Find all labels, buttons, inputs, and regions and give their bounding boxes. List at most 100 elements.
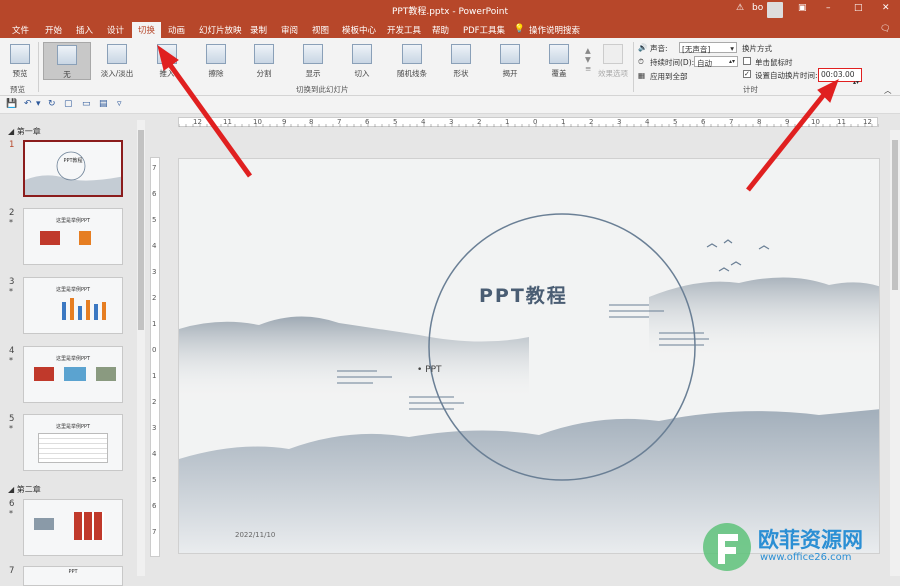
editor-scrollbar[interactable]: [890, 130, 900, 576]
tab-file[interactable]: 文件: [12, 24, 29, 36]
slide-date[interactable]: 2022/11/10: [235, 531, 275, 539]
apply-all-icon: ▦: [638, 71, 646, 80]
ruler-number: 5: [152, 216, 157, 224]
thumb-picture: [40, 231, 60, 245]
apply-all-button[interactable]: 应用到全部: [650, 71, 688, 82]
comments-icon[interactable]: 🗨: [880, 24, 891, 34]
minimize-button[interactable]: –: [826, 3, 831, 13]
slide-thumbnail-1[interactable]: PPT教程: [23, 140, 123, 197]
slide-number: 6: [9, 499, 15, 509]
tab-developer[interactable]: 开发工具: [387, 24, 421, 36]
transition-star-icon: *: [9, 218, 13, 227]
transition-none[interactable]: 无: [43, 42, 91, 80]
slide-thumbnail-6[interactable]: [23, 499, 123, 556]
after-time-input[interactable]: 00:03.00 ▴▾: [818, 68, 862, 86]
transition-label: 推入: [159, 69, 175, 78]
tab-insert[interactable]: 插入: [76, 24, 93, 36]
section-label: 第一章: [16, 127, 41, 136]
on-click-checkbox[interactable]: [743, 57, 751, 65]
section-header-2[interactable]: ◢ 第二章: [8, 484, 41, 495]
transition-shape[interactable]: 形状: [439, 44, 483, 79]
transition-cut[interactable]: 切入: [340, 44, 384, 79]
tab-review[interactable]: 审阅: [281, 24, 298, 36]
thumb-picture: [74, 512, 104, 540]
thumb-picture: [34, 518, 54, 530]
transition-random-bars[interactable]: 随机线条: [389, 44, 435, 79]
tab-help[interactable]: 帮助: [432, 24, 449, 36]
separator: [38, 42, 39, 92]
duration-input[interactable]: 自动 ▴▾: [694, 56, 738, 68]
horizontal-ruler: 12 11 10 9 8 7 6 5 4 3 2 1 0 1 2 3 4 5 6…: [178, 117, 879, 127]
close-button[interactable]: ✕: [882, 3, 890, 13]
ruler-number: 7: [337, 118, 342, 126]
transition-fade[interactable]: 淡入/淡出: [95, 44, 139, 79]
ribbon-display-icon[interactable]: ▣: [798, 3, 807, 13]
thumbnail-scrollbar[interactable]: [137, 120, 145, 576]
chevron-down-icon[interactable]: ▾: [36, 99, 41, 109]
tell-me-search[interactable]: 操作说明搜索: [529, 24, 580, 36]
customize-icon[interactable]: ▿: [117, 99, 122, 109]
tab-transitions[interactable]: 切换: [132, 22, 162, 38]
user-name[interactable]: bo: [752, 3, 763, 13]
slide-thumbnail-2[interactable]: 这里是举例PPT: [23, 208, 123, 265]
undo-icon[interactable]: ↶: [24, 99, 32, 109]
after-checkbox[interactable]: ✓: [743, 70, 751, 78]
slide-bullet[interactable]: • PPT: [417, 365, 442, 375]
scrollbar-thumb[interactable]: [892, 140, 898, 290]
avatar[interactable]: [767, 2, 783, 18]
tab-view[interactable]: 视图: [312, 24, 329, 36]
transition-label: 无: [63, 70, 71, 79]
transition-star-icon: *: [9, 287, 13, 296]
tab-design[interactable]: 设计: [107, 24, 124, 36]
collapse-ribbon-icon[interactable]: ︿: [884, 85, 892, 96]
preview-button[interactable]: 预览: [6, 44, 34, 79]
transition-cover[interactable]: 覆盖: [537, 44, 581, 79]
slide-thumbnail-pane: ◢ 第一章 1 PPT教程 2 * 这里是举例PPT 3 * 这里是举例PPT …: [0, 114, 147, 586]
gallery-scroll[interactable]: ▲ ▼ ≡: [585, 46, 591, 73]
transition-split[interactable]: 分割: [242, 44, 286, 79]
window-title: PPT教程.pptx - PowerPoint: [391, 7, 509, 17]
thumb-bar: [94, 304, 98, 320]
slide-thumbnail-7[interactable]: PPT: [23, 566, 123, 586]
tab-pdf-tools[interactable]: PDF工具集: [463, 24, 505, 36]
redo-icon[interactable]: ↻: [48, 99, 56, 109]
slide-title[interactable]: PPT教程: [479, 281, 568, 308]
effect-options-button[interactable]: 效果选项: [596, 44, 630, 79]
thumb-title: 这里是举例PPT: [55, 218, 91, 224]
slide-number: 2: [9, 208, 15, 218]
ruler-number: 3: [152, 268, 157, 276]
tab-home[interactable]: 开始: [45, 24, 62, 36]
ruler-number: 2: [152, 398, 157, 406]
save-icon[interactable]: 💾: [6, 99, 17, 109]
ruler-number: 10: [253, 118, 262, 126]
effect-options-icon: [603, 44, 623, 64]
section-header-1[interactable]: ◢ 第一章: [8, 126, 41, 137]
transition-wipe[interactable]: 擦除: [194, 44, 238, 79]
layout-icon[interactable]: ▤: [99, 99, 108, 109]
slide-thumbnail-3[interactable]: 这里是举例PPT: [23, 277, 123, 334]
tab-slideshow[interactable]: 幻灯片放映: [199, 24, 242, 36]
ruler-number: 3: [449, 118, 454, 126]
ruler-number: 1: [152, 320, 157, 328]
maximize-button[interactable]: □: [854, 3, 863, 13]
slide-thumbnail-4[interactable]: 这里是举例PPT: [23, 346, 123, 403]
thumb-table: [38, 433, 108, 463]
transition-uncover[interactable]: 揭开: [488, 44, 532, 79]
transition-reveal[interactable]: 显示: [291, 44, 335, 79]
slideshow-start-icon[interactable]: ▢: [64, 99, 73, 109]
current-slide[interactable]: PPT教程 • PPT 2022/11/10: [178, 158, 880, 554]
transition-push[interactable]: 推入: [145, 44, 189, 79]
tab-template-center[interactable]: 模板中心: [342, 24, 376, 36]
warning-icon[interactable]: ⚠: [736, 3, 744, 13]
new-slide-icon[interactable]: ▭: [82, 99, 91, 109]
thumb-bar: [86, 300, 90, 320]
sound-select[interactable]: [无声音] ▾: [679, 42, 737, 54]
transition-label: 淡入/淡出: [100, 69, 134, 78]
preview-icon: [10, 44, 30, 64]
scrollbar-thumb[interactable]: [138, 130, 144, 330]
tab-record[interactable]: 录制: [250, 24, 267, 36]
ruler-number: 4: [421, 118, 426, 126]
slide-thumbnail-5[interactable]: 这里是举例PPT: [23, 414, 123, 471]
ruler-number: 12: [863, 118, 872, 126]
tab-animations[interactable]: 动画: [168, 24, 185, 36]
